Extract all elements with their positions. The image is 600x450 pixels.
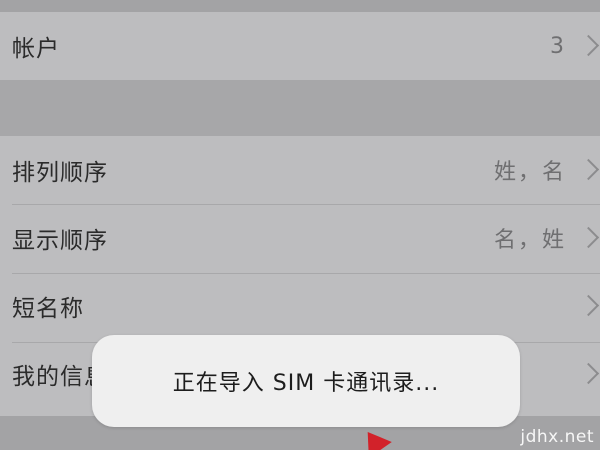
- sort-order-value: 姓，名: [493, 160, 566, 185]
- chevron-right-icon: [577, 226, 600, 249]
- accounts-label: 帐户: [12, 36, 60, 62]
- chevron-right-icon: [577, 294, 600, 317]
- display-order-label: 显示顺序: [12, 228, 108, 254]
- display-order-row[interactable]: 显示顺序 名，姓: [0, 204, 600, 272]
- import-progress-toast: 正在导入 SIM 卡通讯录...: [92, 335, 520, 427]
- accounts-count: 3: [550, 33, 566, 59]
- sort-order-row[interactable]: 排列顺序 姓，名: [0, 136, 600, 204]
- short-name-label: 短名称: [12, 296, 84, 322]
- watermark: jdhx.net: [520, 427, 594, 447]
- chevron-right-icon: [577, 34, 600, 57]
- accounts-row[interactable]: 帐户 3: [0, 12, 600, 80]
- top-strip: [0, 0, 600, 12]
- section-gap: [0, 80, 600, 136]
- toast-message: 正在导入 SIM 卡通讯录...: [172, 371, 440, 396]
- chevron-right-icon: [577, 158, 600, 181]
- sort-order-label: 排列顺序: [12, 160, 108, 186]
- short-name-row[interactable]: 短名称: [0, 272, 600, 340]
- chevron-right-icon: [577, 362, 600, 385]
- display-order-value: 名，姓: [493, 228, 566, 253]
- accounts-group: 帐户 3: [0, 12, 600, 80]
- contacts-settings-screen: 帐户 3 排列顺序 姓，名 显示顺序 名，姓 短名称 我的信息 正在导入 SIM…: [0, 0, 600, 450]
